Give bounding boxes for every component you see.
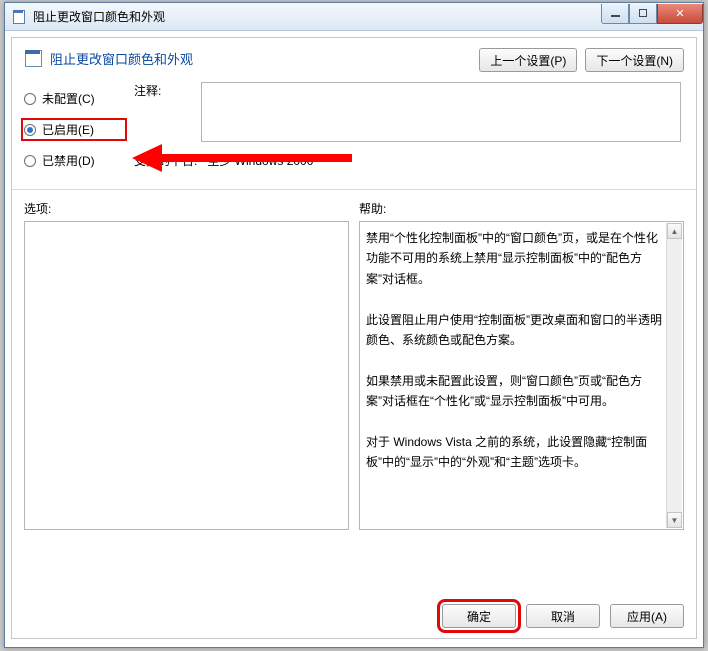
minimize-button[interactable]	[601, 4, 629, 24]
state-radio-group: 未配置(C) 已启用(E) 已禁用(D)	[24, 90, 124, 183]
radio-icon	[24, 155, 36, 167]
policy-icon	[24, 48, 44, 68]
ok-button[interactable]: 确定	[442, 604, 516, 628]
window-controls: ✕	[601, 4, 703, 24]
prev-setting-button[interactable]: 上一个设置(P)	[479, 48, 577, 72]
titlebar[interactable]: 阻止更改窗口颜色和外观 ✕	[5, 3, 703, 31]
metadata-area: 注释: 支持的平台: 至少 Windows 2000	[134, 72, 684, 169]
lower-columns: 选项: 帮助: 禁用“个性化控制面板”中的“窗口颜色”页，或是在个性化功能不可用…	[24, 200, 684, 530]
comment-label: 注释:	[134, 82, 198, 99]
window-title: 阻止更改窗口颜色和外观	[33, 8, 165, 25]
platform-value: 至少 Windows 2000	[207, 152, 313, 169]
dialog-footer: 确定 取消 应用(A)	[442, 604, 684, 628]
dialog-content: 阻止更改窗口颜色和外观 上一个设置(P) 下一个设置(N) 未配置(C) 已启用…	[11, 37, 697, 639]
options-label: 选项:	[24, 200, 349, 217]
cancel-button[interactable]: 取消	[526, 604, 600, 628]
next-setting-button[interactable]: 下一个设置(N)	[585, 48, 684, 72]
help-column: 帮助: 禁用“个性化控制面板”中的“窗口颜色”页，或是在个性化功能不可用的系统上…	[359, 200, 684, 530]
radio-label: 未配置(C)	[42, 90, 95, 107]
scrollbar[interactable]: ▲ ▼	[666, 223, 682, 528]
maximize-button[interactable]	[629, 4, 657, 24]
apply-button[interactable]: 应用(A)	[610, 604, 684, 628]
comment-textbox[interactable]	[201, 82, 681, 142]
help-panel: 禁用“个性化控制面板”中的“窗口颜色”页，或是在个性化功能不可用的系统上禁用“显…	[359, 221, 684, 530]
header-row: 阻止更改窗口颜色和外观 上一个设置(P) 下一个设置(N)	[24, 48, 684, 72]
options-column: 选项:	[24, 200, 349, 530]
scroll-up-icon[interactable]: ▲	[667, 223, 682, 239]
app-icon	[11, 9, 27, 25]
help-label: 帮助:	[359, 200, 684, 217]
policy-title: 阻止更改窗口颜色和外观	[50, 49, 193, 68]
radio-not-configured[interactable]: 未配置(C)	[24, 90, 124, 107]
options-panel[interactable]	[24, 221, 349, 530]
radio-label: 已禁用(D)	[42, 152, 95, 169]
platform-label: 支持的平台:	[134, 152, 198, 169]
radio-icon	[24, 124, 36, 136]
radio-enabled[interactable]: 已启用(E)	[24, 121, 124, 138]
radio-label: 已启用(E)	[42, 121, 94, 138]
radio-icon	[24, 93, 36, 105]
radio-disabled[interactable]: 已禁用(D)	[24, 152, 124, 169]
close-button[interactable]: ✕	[657, 4, 703, 24]
gpo-editor-window: 阻止更改窗口颜色和外观 ✕ 阻止更改窗口颜色和外观 上一个设置(P) 下一个设置…	[4, 2, 704, 648]
divider	[12, 189, 696, 190]
help-text: 禁用“个性化控制面板”中的“窗口颜色”页，或是在个性化功能不可用的系统上禁用“显…	[366, 228, 663, 523]
scroll-down-icon[interactable]: ▼	[667, 512, 682, 528]
